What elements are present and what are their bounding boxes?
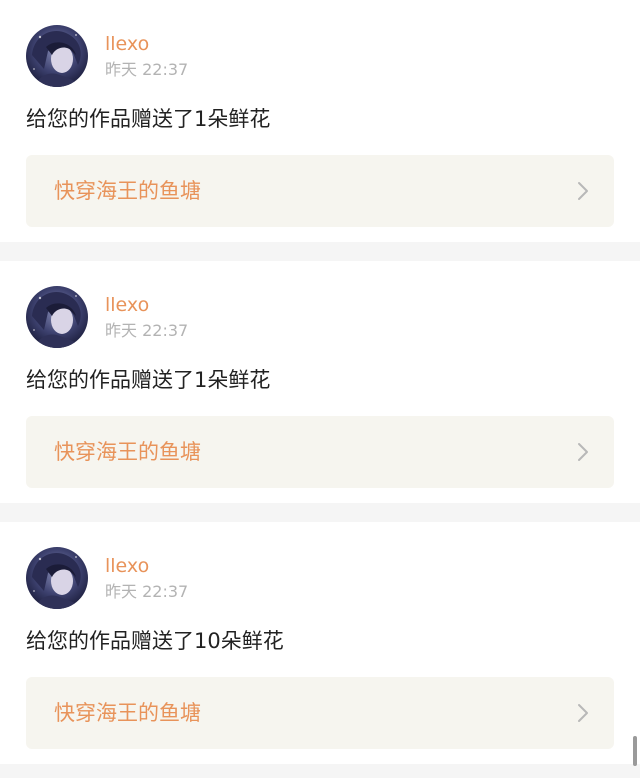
card-separator: [0, 503, 640, 522]
notification-card: llexo 昨天 22:37 给您的作品赠送了1朵鲜花 快穿海王的鱼塘: [0, 261, 640, 503]
scrollbar[interactable]: [633, 736, 637, 766]
chevron-right-icon: [578, 182, 588, 200]
notification-meta: llexo 昨天 22:37: [105, 32, 188, 81]
chevron-right-icon: [578, 704, 588, 722]
notification-card: llexo 昨天 22:37 给您的作品赠送了1朵鲜花 快穿海王的鱼塘: [0, 0, 640, 242]
work-title: 快穿海王的鱼塘: [54, 440, 201, 464]
notification-message: 给您的作品赠送了1朵鲜花: [26, 368, 271, 392]
card-separator: [0, 242, 640, 261]
timestamp: 昨天 22:37: [105, 59, 189, 79]
timestamp: 昨天 22:37: [105, 320, 189, 340]
avatar[interactable]: [26, 547, 88, 609]
work-link-button[interactable]: 快穿海王的鱼塘: [26, 416, 614, 488]
work-link-button[interactable]: 快穿海王的鱼塘: [26, 677, 614, 749]
username[interactable]: llexo: [105, 32, 188, 56]
chevron-right-icon: [578, 443, 588, 461]
notification-message: 给您的作品赠送了10朵鲜花: [26, 629, 284, 653]
username[interactable]: llexo: [105, 293, 188, 317]
notification-card: llexo 昨天 22:37 给您的作品赠送了10朵鲜花 快穿海王的鱼塘: [0, 522, 640, 764]
notification-header: llexo 昨天 22:37: [26, 286, 614, 348]
username[interactable]: llexo: [105, 554, 188, 578]
notification-feed: llexo 昨天 22:37 给您的作品赠送了1朵鲜花 快穿海王的鱼塘 llex…: [0, 0, 640, 766]
avatar[interactable]: [26, 286, 88, 348]
notification-meta: llexo 昨天 22:37: [105, 554, 188, 603]
notification-header: llexo 昨天 22:37: [26, 25, 614, 87]
work-title: 快穿海王的鱼塘: [54, 179, 201, 203]
notification-meta: llexo 昨天 22:37: [105, 293, 188, 342]
work-title: 快穿海王的鱼塘: [54, 701, 201, 725]
notification-message: 给您的作品赠送了1朵鲜花: [26, 107, 271, 131]
work-link-button[interactable]: 快穿海王的鱼塘: [26, 155, 614, 227]
avatar[interactable]: [26, 25, 88, 87]
timestamp: 昨天 22:37: [105, 581, 189, 601]
notification-header: llexo 昨天 22:37: [26, 547, 614, 609]
